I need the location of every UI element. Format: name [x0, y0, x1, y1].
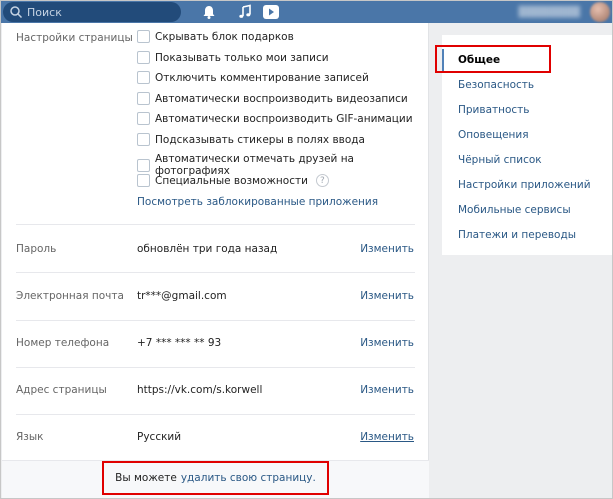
checkbox-box[interactable] — [137, 133, 150, 146]
highlight-general — [435, 45, 551, 73]
avatar[interactable] — [590, 2, 610, 22]
search-icon — [9, 5, 23, 19]
checkbox-box[interactable] — [137, 30, 150, 43]
blocked-apps-link[interactable]: Посмотреть заблокированные приложения — [137, 196, 378, 208]
footer: Вы можете удалить свою страницу. — [2, 460, 429, 498]
settings-panel: Настройки страницы Скрывать блок подарко… — [2, 23, 429, 498]
user-menu[interactable]: ████████ — [518, 2, 610, 22]
page-address-value: https://vk.com/s.korwell — [137, 384, 263, 396]
language-change-link[interactable]: Изменить — [360, 431, 414, 443]
menu-item-app-settings[interactable]: Настройки приложений — [458, 179, 591, 191]
checkbox-box[interactable] — [137, 92, 150, 105]
divider — [16, 320, 415, 321]
checkbox-hide-gifts[interactable]: Скрывать блок подарков — [137, 30, 294, 43]
bell-icon[interactable] — [201, 4, 217, 20]
vk-settings-window: ████████ Настройки страницы Скрывать бло… — [0, 0, 613, 499]
menu-item-payments[interactable]: Платежи и переводы — [458, 229, 576, 241]
email-label: Электронная почта — [16, 290, 124, 302]
checkbox-box[interactable] — [137, 51, 150, 64]
menu-item-security[interactable]: Безопасность — [458, 79, 534, 91]
menu-item-privacy[interactable]: Приватность — [458, 104, 530, 116]
divider — [16, 272, 415, 273]
delete-page-link[interactable]: удалить свою страницу. — [181, 472, 316, 484]
menu-item-mobile-services[interactable]: Мобильные сервисы — [458, 204, 571, 216]
page-settings-label: Настройки страницы — [16, 32, 133, 44]
menu-item-notifications[interactable]: Оповещения — [458, 129, 529, 141]
checkbox-accessibility[interactable]: Специальные возможности ? — [137, 174, 329, 187]
checkbox-box[interactable] — [137, 71, 150, 84]
phone-label: Номер телефона — [16, 337, 110, 349]
play-icon[interactable] — [263, 4, 279, 20]
checkbox-box[interactable] — [137, 112, 150, 125]
language-label: Язык — [16, 431, 44, 443]
top-bar: ████████ — [1, 1, 612, 23]
phone-change-link[interactable]: Изменить — [360, 337, 414, 349]
delete-page-text: Вы можете — [115, 472, 177, 484]
divider — [16, 224, 415, 225]
password-change-link[interactable]: Изменить — [360, 243, 414, 255]
phone-value: +7 *** *** ** 93 — [137, 337, 222, 349]
checkbox-autoplay-video[interactable]: Автоматически воспроизводить видеозаписи — [137, 92, 408, 105]
page-address-change-link[interactable]: Изменить — [360, 384, 414, 396]
password-label: Пароль — [16, 243, 57, 255]
delete-page-notice: Вы можете удалить свою страницу. — [102, 461, 329, 495]
divider — [16, 414, 415, 415]
music-icon[interactable] — [237, 4, 253, 20]
menu-item-blacklist[interactable]: Чёрный список — [458, 154, 542, 166]
search-input[interactable] — [27, 5, 177, 19]
divider — [16, 367, 415, 368]
email-change-link[interactable]: Изменить — [360, 290, 414, 302]
search-box[interactable] — [3, 2, 181, 22]
checkbox-box[interactable] — [137, 174, 150, 187]
checkbox-disable-comments[interactable]: Отключить комментирование записей — [137, 71, 369, 84]
checkbox-autoplay-gif[interactable]: Автоматически воспроизводить GIF-анимаци… — [137, 112, 413, 125]
username-blurred: ████████ — [518, 6, 580, 18]
email-value: tr***@gmail.com — [137, 290, 227, 302]
checkbox-only-my-posts[interactable]: Показывать только мои записи — [137, 51, 329, 64]
checkbox-box[interactable] — [137, 158, 150, 172]
page-address-label: Адрес страницы — [16, 384, 107, 396]
help-icon[interactable]: ? — [315, 174, 329, 187]
password-value: обновлён три года назад — [137, 243, 278, 255]
language-value: Русский — [137, 431, 182, 443]
checkbox-suggest-stickers[interactable]: Подсказывать стикеры в полях ввода — [137, 133, 365, 146]
